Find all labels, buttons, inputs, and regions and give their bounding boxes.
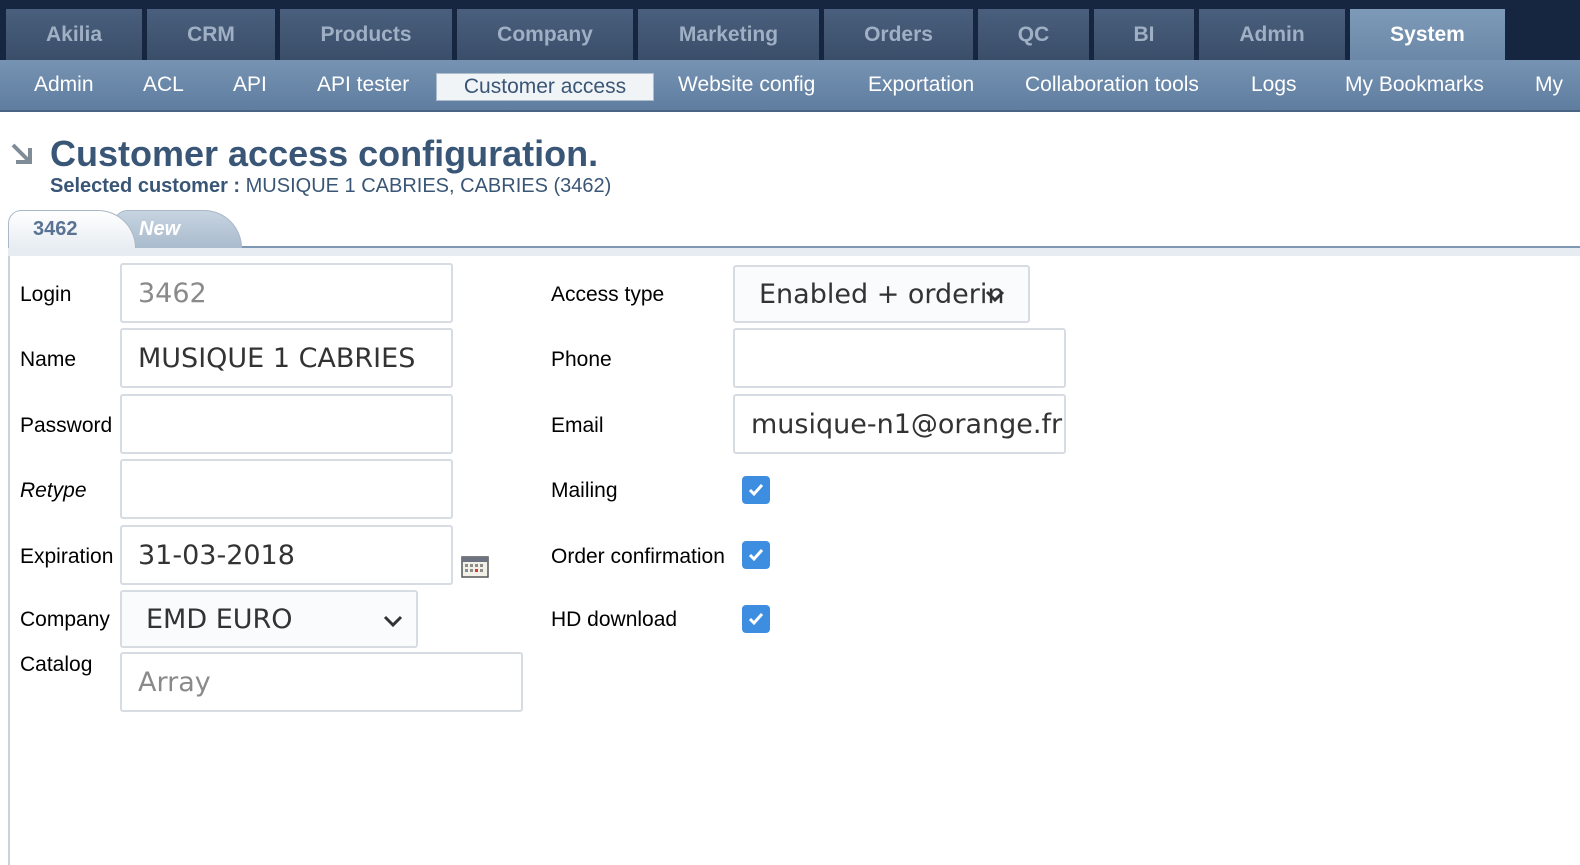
mailing-label: Mailing [551,479,618,502]
nav-tab-crm[interactable]: CRM [147,9,275,60]
nav-tab-marketing[interactable]: Marketing [638,9,819,60]
catalog-field[interactable]: Array [120,652,523,712]
selected-customer-label: Selected customer : [50,175,241,197]
retype-field[interactable] [120,459,453,519]
tab-3462[interactable]: 3462 [8,210,136,248]
nav-tab-orders[interactable]: Orders [824,9,973,60]
phone-field[interactable] [733,328,1066,388]
hd-download-label: HD download [551,608,678,631]
subnav-website-config[interactable]: Website config [678,60,815,110]
order-confirmation-label: Order confirmation [551,545,725,568]
expiration-label: Expiration [20,545,114,568]
subnav-collaboration-tools[interactable]: Collaboration tools [1025,60,1199,110]
arrow-down-right-icon [11,143,32,164]
nav-tab-admin[interactable]: Admin [1199,9,1345,60]
email-label: Email [551,414,604,437]
expiration-field[interactable]: 31-03-2018 [120,525,453,585]
tab-band [8,248,1580,256]
nav-tab-bi[interactable]: BI [1094,9,1194,60]
name-field[interactable]: MUSIQUE 1 CABRIES [120,328,453,388]
nav-tab-qc[interactable]: QC [978,9,1089,60]
email-field[interactable]: musique-n1@orange.fr [733,394,1066,454]
catalog-label: Catalog [20,653,93,676]
subnav-admin[interactable]: Admin [34,60,94,110]
hd-download-checkbox[interactable] [742,605,770,633]
access-type-select[interactable]: Enabled + orderin [733,265,1030,323]
checkmark-icon [748,613,764,626]
checkmark-icon [748,484,764,497]
password-label: Password [20,414,113,437]
login-field[interactable]: 3462 [120,263,453,323]
company-select-value: EMD EURO [146,603,293,635]
selected-customer-value: MUSIQUE 1 CABRIES, CABRIES (3462) [245,175,612,197]
mailing-checkbox[interactable] [742,476,770,504]
sub-navigation: Admin ACL API API tester Customer access… [0,60,1580,112]
page-title: Customer access configuration. [50,133,599,174]
password-field[interactable] [120,394,453,454]
subnav-logs[interactable]: Logs [1251,60,1297,110]
company-select[interactable]: EMD EURO [120,590,418,648]
nav-tab-company[interactable]: Company [457,9,633,60]
checkmark-icon [748,549,764,562]
nav-tab-akilia[interactable]: Akilia [6,9,142,60]
login-label: Login [20,283,72,306]
name-label: Name [20,348,77,371]
calendar-icon[interactable] [461,556,489,578]
subnav-my-bookmarks[interactable]: My Bookmarks [1345,60,1484,110]
order-confirmation-checkbox[interactable] [742,541,770,569]
access-type-label: Access type [551,283,665,306]
nav-tab-system[interactable]: System [1350,9,1505,60]
access-type-select-value: Enabled + orderin [759,278,1005,310]
subnav-customer-access[interactable]: Customer access [436,73,654,101]
nav-tab-products[interactable]: Products [280,9,452,60]
subnav-exportation[interactable]: Exportation [868,60,974,110]
chevron-down-icon [383,615,403,628]
subnav-api-tester[interactable]: API tester [317,60,409,110]
selected-customer: Selected customer : MUSIQUE 1 CABRIES, C… [50,175,611,198]
chevron-down-icon [985,290,1005,303]
subnav-acl[interactable]: ACL [143,60,184,110]
phone-label: Phone [551,348,612,371]
company-label: Company [20,608,110,631]
subnav-api[interactable]: API [233,60,267,110]
subnav-my[interactable]: My [1535,60,1563,110]
top-navigation: Akilia CRM Products Company Marketing Or… [0,0,1580,60]
retype-label: Retype [20,479,87,502]
